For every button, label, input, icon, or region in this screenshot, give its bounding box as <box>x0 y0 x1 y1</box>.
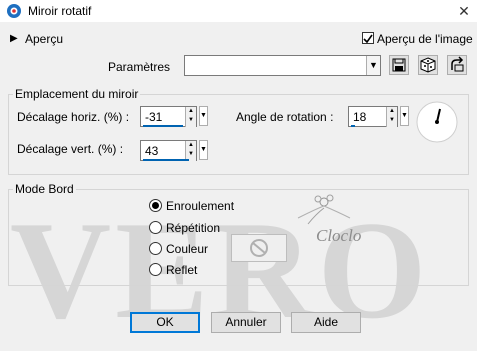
rotation-dial[interactable] <box>416 101 458 143</box>
mirror-group-title: Emplacement du miroir <box>13 87 141 101</box>
preview-toggle[interactable]: Aperçu <box>25 32 63 46</box>
reset-preset-button[interactable] <box>447 55 467 75</box>
rotation-angle-value: 18 <box>353 110 367 124</box>
vert-offset-field[interactable]: 43 ▲ ▼ <box>140 140 197 161</box>
horiz-offset-slider[interactable] <box>143 125 183 127</box>
horiz-offset-label: Décalage horiz. (%) : <box>17 110 130 124</box>
image-preview-label: Aperçu de l'image <box>377 32 473 46</box>
vert-offset-spinner[interactable]: ▲ ▼ <box>185 141 196 161</box>
floppy-disk-icon <box>392 58 406 72</box>
close-icon[interactable]: ✕ <box>455 2 473 20</box>
horiz-offset-field[interactable]: -31 ▲ ▼ <box>140 106 197 127</box>
rotation-angle-field[interactable]: 18 ▲ ▼ <box>348 106 398 127</box>
reset-icon <box>451 56 464 72</box>
radio-selected-dot <box>152 202 159 209</box>
rotation-angle-spinner[interactable]: ▲ ▼ <box>386 107 397 127</box>
presets-label: Paramètres <box>108 60 171 74</box>
flower-icon <box>288 188 358 228</box>
rotation-angle-label: Angle de rotation : <box>236 110 334 124</box>
image-preview-checkbox[interactable] <box>362 32 374 44</box>
radio-color[interactable] <box>149 242 162 255</box>
vert-offset-value: 43 <box>145 144 159 158</box>
save-preset-button[interactable] <box>389 55 409 75</box>
dice-icon <box>420 57 436 73</box>
ok-button[interactable]: OK <box>130 312 200 333</box>
rotation-angle-dropdown[interactable]: ▼ <box>400 106 409 126</box>
vert-offset-dropdown[interactable]: ▼ <box>199 140 208 160</box>
horiz-offset-spinner[interactable]: ▲ ▼ <box>185 107 196 127</box>
cancel-button[interactable]: Annuler <box>211 312 281 333</box>
radio-repeat[interactable] <box>149 221 162 234</box>
expand-triangle-icon[interactable]: ▶ <box>10 33 18 44</box>
random-preset-button[interactable] <box>418 55 438 75</box>
checkmark-icon <box>363 34 373 44</box>
color-swatch[interactable] <box>231 234 287 262</box>
window-title: Miroir rotatif <box>28 4 92 18</box>
radio-reflect[interactable] <box>149 263 162 276</box>
vert-offset-label: Décalage vert. (%) : <box>17 142 124 156</box>
radio-wrap[interactable] <box>149 199 162 212</box>
app-icon <box>6 3 22 19</box>
vert-offset-slider[interactable] <box>143 159 189 161</box>
presets-combo[interactable]: ▼ <box>184 55 381 76</box>
no-entry-icon <box>250 239 268 257</box>
radio-reflect-label[interactable]: Reflet <box>166 263 197 277</box>
edge-group-title: Mode Bord <box>13 182 76 196</box>
horiz-offset-dropdown[interactable]: ▼ <box>199 106 208 126</box>
brand-watermark-text: Cloclo <box>316 226 362 245</box>
rotation-angle-slider[interactable] <box>351 125 355 127</box>
help-button[interactable]: Aide <box>291 312 361 333</box>
chevron-down-icon[interactable]: ▼ <box>366 56 380 75</box>
radio-wrap-label[interactable]: Enroulement <box>166 199 234 213</box>
radio-color-label[interactable]: Couleur <box>166 242 208 256</box>
horiz-offset-value: -31 <box>145 110 163 124</box>
radio-repeat-label[interactable]: Répétition <box>166 221 220 235</box>
